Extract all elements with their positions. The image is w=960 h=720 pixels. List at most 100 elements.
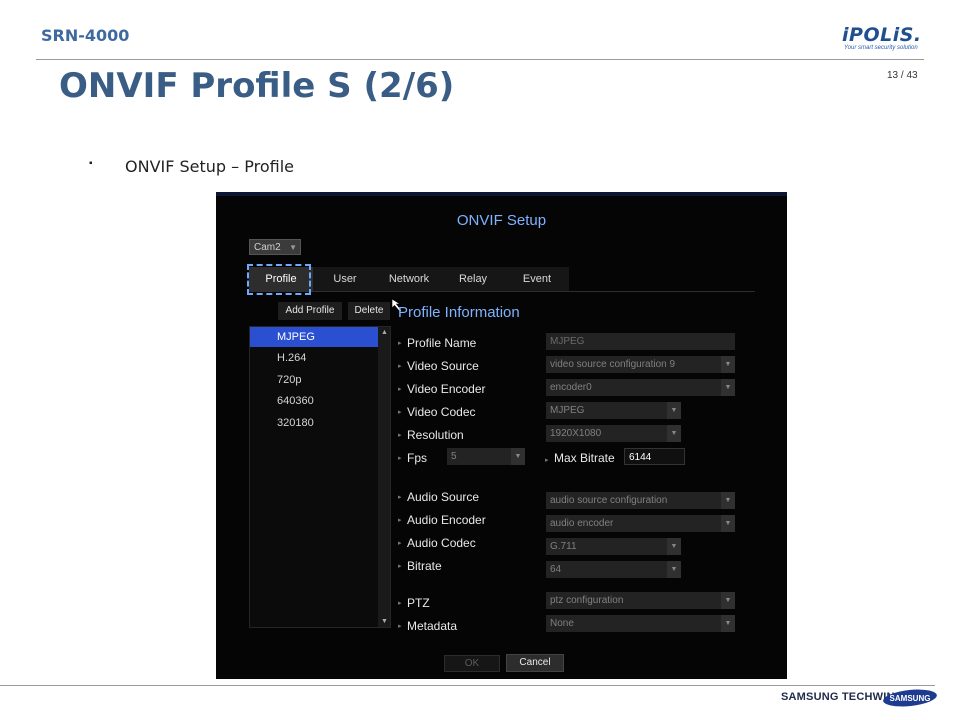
onvif-setup-screenshot: ONVIF Setup Cam2 ▼ Profile User Network …: [216, 192, 787, 679]
camera-select[interactable]: Cam2 ▼: [249, 239, 301, 255]
cancel-button[interactable]: Cancel: [506, 654, 564, 672]
fps-value: 5: [451, 451, 457, 462]
chevron-down-icon: ▼: [721, 356, 735, 373]
list-scrollbar[interactable]: ▲ ▼: [378, 327, 390, 627]
tab-network[interactable]: Network: [377, 267, 441, 291]
row-marker-icon: ▸: [398, 363, 402, 370]
resolution-select[interactable]: 1920X1080 ▼: [546, 425, 681, 442]
chevron-down-icon: ▼: [721, 492, 735, 509]
chevron-down-icon: ▼: [667, 425, 681, 442]
row-marker-icon: ▸: [398, 517, 402, 524]
chevron-down-icon: ▼: [721, 515, 735, 532]
video-codec-select[interactable]: MJPEG ▼: [546, 402, 681, 419]
row-marker-icon: ▸: [398, 409, 402, 416]
video-source-value: video source configuration 9: [550, 359, 676, 370]
metadata-select[interactable]: None ▼: [546, 615, 735, 632]
audio-encoder-label: Audio Encoder: [407, 513, 486, 527]
row-marker-icon: ▸: [398, 386, 402, 393]
product-code: SRN-4000: [41, 26, 130, 45]
row-marker-icon: ▸: [398, 600, 402, 607]
tab-user[interactable]: User: [313, 267, 377, 291]
video-source-select[interactable]: video source configuration 9 ▼: [546, 356, 735, 373]
fps-select[interactable]: 5 ▼: [447, 448, 525, 465]
profile-name-value: MJPEG: [550, 336, 585, 347]
row-marker-icon: ▸: [398, 455, 402, 462]
bitrate-value: 64: [550, 564, 562, 575]
audio-source-value: audio source configuration: [550, 495, 668, 506]
scroll-up-icon: ▲: [381, 329, 388, 336]
metadata-value: None: [550, 618, 574, 629]
chevron-down-icon: ▼: [721, 615, 735, 632]
camera-select-value: Cam2: [254, 242, 281, 253]
row-marker-icon: ▸: [398, 540, 402, 547]
ipolis-logo: iPOLiS. Your smart security solution: [842, 24, 928, 54]
bitrate-label: Bitrate: [407, 559, 442, 573]
audio-codec-label: Audio Codec: [407, 536, 476, 550]
chevron-down-icon: ▼: [289, 243, 297, 252]
logo-tagline: Your smart security solution: [844, 45, 918, 51]
header-divider: [36, 59, 924, 60]
list-item-mjpeg[interactable]: MJPEG: [250, 327, 379, 347]
video-codec-value: MJPEG: [550, 405, 585, 416]
ptz-select[interactable]: ptz configuration ▼: [546, 592, 735, 609]
tab-divider: [249, 291, 755, 292]
add-profile-button[interactable]: Add Profile: [278, 302, 342, 320]
max-bitrate-value: 6144: [629, 452, 652, 463]
row-marker-icon: ▸: [398, 563, 402, 570]
list-item-320180[interactable]: 320180: [250, 413, 379, 433]
audio-codec-select[interactable]: G.711 ▼: [546, 538, 681, 555]
video-source-label: Video Source: [407, 359, 479, 373]
tab-event[interactable]: Event: [505, 267, 569, 291]
list-item-640360[interactable]: 640360: [250, 391, 379, 411]
page-number: 13 / 43: [887, 70, 918, 81]
list-item-720p[interactable]: 720p: [250, 370, 379, 390]
chevron-down-icon: ▼: [667, 402, 681, 419]
tab-relay[interactable]: Relay: [441, 267, 505, 291]
metadata-label: Metadata: [407, 619, 458, 633]
audio-encoder-select[interactable]: audio encoder ▼: [546, 515, 735, 532]
delete-button[interactable]: Delete: [348, 302, 390, 320]
profile-name-field[interactable]: MJPEG: [546, 333, 735, 350]
ptz-value: ptz configuration: [550, 595, 624, 606]
samsung-logo-text: SAMSUNG: [890, 694, 931, 703]
bullet-text: ONVIF Setup – Profile: [125, 157, 295, 176]
bitrate-select[interactable]: 64 ▼: [546, 561, 681, 578]
list-item-h264[interactable]: H.264: [250, 348, 379, 368]
max-bitrate-label: Max Bitrate: [554, 451, 615, 465]
chevron-down-icon: ▼: [721, 592, 735, 609]
ok-button[interactable]: OK: [444, 655, 500, 672]
footer-divider: [0, 685, 935, 686]
video-codec-label: Video Codec: [407, 405, 476, 419]
audio-source-label: Audio Source: [407, 490, 480, 504]
logo-brand: iPOLiS.: [842, 24, 922, 46]
samsung-logo: SAMSUNG: [883, 689, 937, 707]
scroll-down-icon: ▼: [381, 618, 388, 625]
profile-name-label: Profile Name: [407, 336, 477, 350]
resolution-value: 1920X1080: [550, 428, 602, 439]
row-marker-icon: ▸: [545, 457, 549, 464]
max-bitrate-field[interactable]: 6144: [624, 448, 685, 465]
row-marker-icon: ▸: [398, 494, 402, 501]
audio-codec-value: G.711: [550, 541, 577, 552]
video-encoder-select[interactable]: encoder0 ▼: [546, 379, 735, 396]
row-marker-icon: ▸: [398, 432, 402, 439]
footer-brand: SAMSUNG TECHWIN: [781, 691, 895, 703]
video-encoder-label: Video Encoder: [407, 382, 486, 396]
top-glow: [216, 192, 787, 196]
chevron-down-icon: ▼: [667, 561, 681, 578]
row-marker-icon: ▸: [398, 623, 402, 630]
video-encoder-value: encoder0: [550, 382, 592, 393]
chevron-down-icon: ▼: [511, 448, 525, 465]
profile-list[interactable]: MJPEG H.264 720p 640360 320180 ▲ ▼: [249, 326, 391, 628]
row-marker-icon: ▸: [398, 340, 402, 347]
chevron-down-icon: ▼: [721, 379, 735, 396]
dialog-title: ONVIF Setup: [456, 212, 547, 229]
fps-label: Fps: [407, 451, 428, 465]
chevron-down-icon: ▼: [667, 538, 681, 555]
audio-encoder-value: audio encoder: [550, 518, 614, 529]
slide-title: ONVIF Profile S (2/6): [59, 66, 455, 106]
audio-source-select[interactable]: audio source configuration ▼: [546, 492, 735, 509]
ptz-label: PTZ: [407, 596, 430, 610]
resolution-label: Resolution: [407, 428, 464, 442]
focus-highlight: [247, 264, 311, 295]
